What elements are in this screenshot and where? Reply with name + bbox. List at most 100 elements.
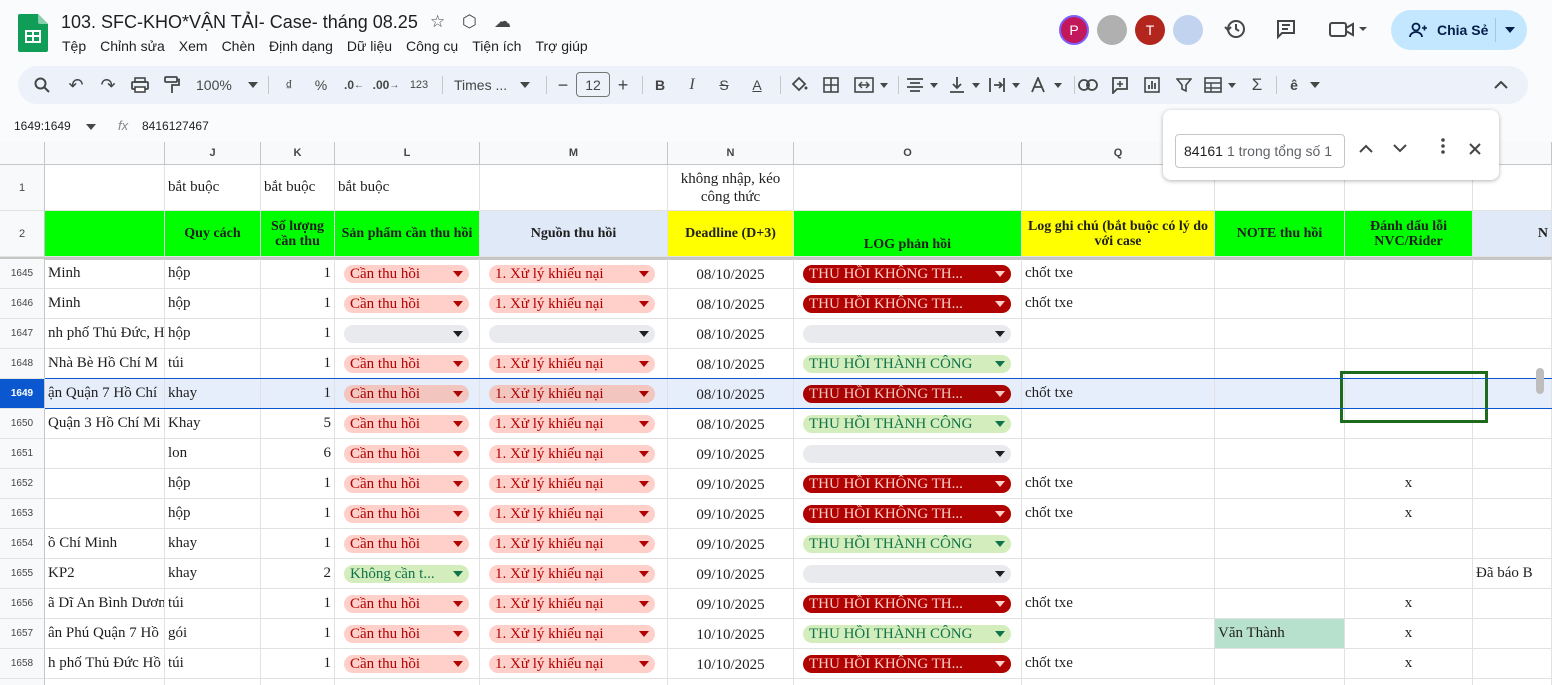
dropdown-chip[interactable]: Cần thu hồi [344, 655, 469, 673]
table-cell[interactable] [480, 319, 668, 349]
table-cell[interactable]: chốt txe [1022, 589, 1215, 619]
table-cell[interactable] [1022, 529, 1215, 559]
table-cell[interactable]: THU HỒI KHÔNG TH... [794, 289, 1022, 319]
table-cell[interactable] [794, 679, 1022, 685]
cell-r1-I[interactable] [45, 165, 165, 211]
table-cell[interactable] [1022, 409, 1215, 439]
table-cell[interactable]: hộp [165, 289, 261, 319]
zoom-select[interactable]: 100% [196, 75, 258, 95]
table-cell[interactable]: THU HỒI THÀNH CÔNG [794, 529, 1022, 559]
share-button[interactable]: Chia Sẻ [1391, 10, 1527, 50]
find-input[interactable]: 84161 1 trong tổng số 1 [1175, 134, 1345, 168]
meet-icon[interactable] [1328, 16, 1368, 42]
table-cell[interactable]: THU HỒI KHÔNG TH... [794, 379, 1022, 409]
dropdown-chip[interactable] [489, 325, 655, 343]
table-cell[interactable]: Cần thu hồi [335, 589, 480, 619]
bold-button[interactable]: B [652, 75, 668, 95]
table-cell[interactable]: Không cần t... [335, 679, 480, 685]
vertical-align-icon[interactable] [948, 75, 982, 95]
dropdown-chip[interactable]: 1. Xử lý khiếu nại [489, 595, 655, 613]
table-cell[interactable] [1473, 259, 1552, 289]
spreadsheet-grid[interactable]: J K L M N O Q 1 2 bắt buộc bắt buộc bắt buộc không n… [0, 142, 1552, 685]
table-cell[interactable]: 1 [261, 349, 335, 379]
undo-icon[interactable]: ↶ [66, 75, 86, 95]
table-cell[interactable]: khay [165, 529, 261, 559]
cloud-status-icon[interactable]: ☁ [494, 12, 511, 32]
dropdown-chip[interactable]: Cần thu hồi [344, 265, 469, 283]
collaborator-avatar[interactable] [1173, 15, 1203, 45]
dropdown-chip[interactable]: THU HỒI KHÔNG TH... [803, 505, 1011, 523]
more-options-icon[interactable] [1441, 138, 1445, 159]
table-cell[interactable]: khay [165, 679, 261, 685]
table-cell[interactable]: THU HỒI THÀNH CÔNG [794, 619, 1022, 649]
table-cell[interactable]: 09/10/2025 [668, 469, 794, 499]
table-cell[interactable] [1345, 259, 1473, 289]
dropdown-chip[interactable]: 1. Xử lý khiếu nại [489, 265, 655, 283]
table-cell[interactable]: hộp [165, 499, 261, 529]
table-cell[interactable]: 09/10/2025 [668, 499, 794, 529]
table-cell[interactable] [1473, 319, 1552, 349]
dropdown-chip[interactable]: 1. Xử lý khiếu nại [489, 565, 655, 583]
cell-r1-O[interactable] [794, 165, 1022, 211]
table-cell[interactable] [1345, 289, 1473, 319]
table-cell[interactable] [794, 439, 1022, 469]
table-cell[interactable]: 08/10/2025 [668, 259, 794, 289]
row-header[interactable]: 1653 [0, 499, 45, 529]
find-next-icon[interactable] [1393, 140, 1407, 158]
table-cell[interactable]: THU HỒI KHÔNG TH... [794, 259, 1022, 289]
dropdown-chip[interactable]: THU HỒI KHÔNG TH... [803, 595, 1011, 613]
dropdown-chip[interactable]: Cần thu hồi [344, 355, 469, 373]
table-cell[interactable]: 1 [261, 469, 335, 499]
table-cell[interactable]: x [1345, 649, 1473, 679]
dropdown-chip[interactable]: 1. Xử lý khiếu nại [489, 655, 655, 673]
table-cell[interactable]: 5 [261, 409, 335, 439]
dropdown-chip[interactable]: Cần thu hồi [344, 295, 469, 313]
collaborator-avatar[interactable]: T [1135, 15, 1165, 45]
table-cell[interactable] [45, 469, 165, 499]
find-previous-icon[interactable] [1359, 140, 1373, 158]
dropdown-chip[interactable]: 1. Xử lý khiếu nại [489, 535, 655, 553]
table-cell[interactable]: 1. Xử lý khiếu nại [480, 409, 668, 439]
table-cell[interactable]: 1. Xử lý khiếu nại [480, 349, 668, 379]
cell-r1-N[interactable]: không nhập, kéo công thức [668, 165, 794, 211]
row-header[interactable]: 1656 [0, 589, 45, 619]
table-cell[interactable]: 6 [261, 439, 335, 469]
table-cell[interactable]: Khay [165, 409, 261, 439]
table-cell[interactable]: chốt txe [1022, 649, 1215, 679]
collapse-menus-icon[interactable] [1492, 75, 1510, 95]
table-cell[interactable]: chốt txe [1022, 259, 1215, 289]
collaborator-avatar[interactable]: P [1059, 15, 1089, 45]
table-cell[interactable] [1473, 679, 1552, 685]
table-cell[interactable]: Cần thu hồi [335, 259, 480, 289]
table-cell[interactable] [1022, 319, 1215, 349]
menu-item[interactable]: Chèn [222, 38, 255, 54]
increase-font-size-button[interactable]: + [616, 75, 630, 95]
table-cell[interactable]: 08/10/2025 [668, 379, 794, 409]
italic-button[interactable]: I [684, 75, 700, 95]
table-cell[interactable]: 08/10/2025 [668, 289, 794, 319]
insert-chart-icon[interactable] [1142, 75, 1162, 95]
table-cell[interactable]: 09/10/2025 [668, 589, 794, 619]
table-cell[interactable]: Đã báo B [1473, 559, 1552, 589]
table-cell[interactable]: 1. Xử lý khiếu nại [480, 379, 668, 409]
row-header[interactable]: 1652 [0, 469, 45, 499]
formula-input[interactable]: 8416127467 [142, 119, 209, 133]
table-cell[interactable]: x [1345, 619, 1473, 649]
row-header[interactable]: 1659 [0, 679, 45, 685]
table-cell[interactable]: 1. Xử lý khiếu nại [480, 439, 668, 469]
table-cell[interactable] [1215, 379, 1345, 409]
horizontal-align-icon[interactable] [906, 75, 940, 95]
table-cell[interactable]: 08/10/2025 [668, 409, 794, 439]
table-cell[interactable]: hộp [165, 319, 261, 349]
table-cell[interactable] [1022, 349, 1215, 379]
sheets-logo-icon[interactable] [18, 14, 48, 52]
currency-format-button[interactable]: ₫ [280, 75, 298, 95]
menu-item[interactable]: Trợ giúp [535, 38, 587, 54]
table-cell[interactable]: hộp [165, 259, 261, 289]
table-cell[interactable]: 1 [261, 319, 335, 349]
table-cell[interactable]: 1. Xử lý khiếu nại [480, 289, 668, 319]
fill-color-icon[interactable] [790, 75, 808, 95]
column-header[interactable]: M [480, 142, 668, 165]
table-cell[interactable] [1215, 319, 1345, 349]
table-cell[interactable] [45, 499, 165, 529]
